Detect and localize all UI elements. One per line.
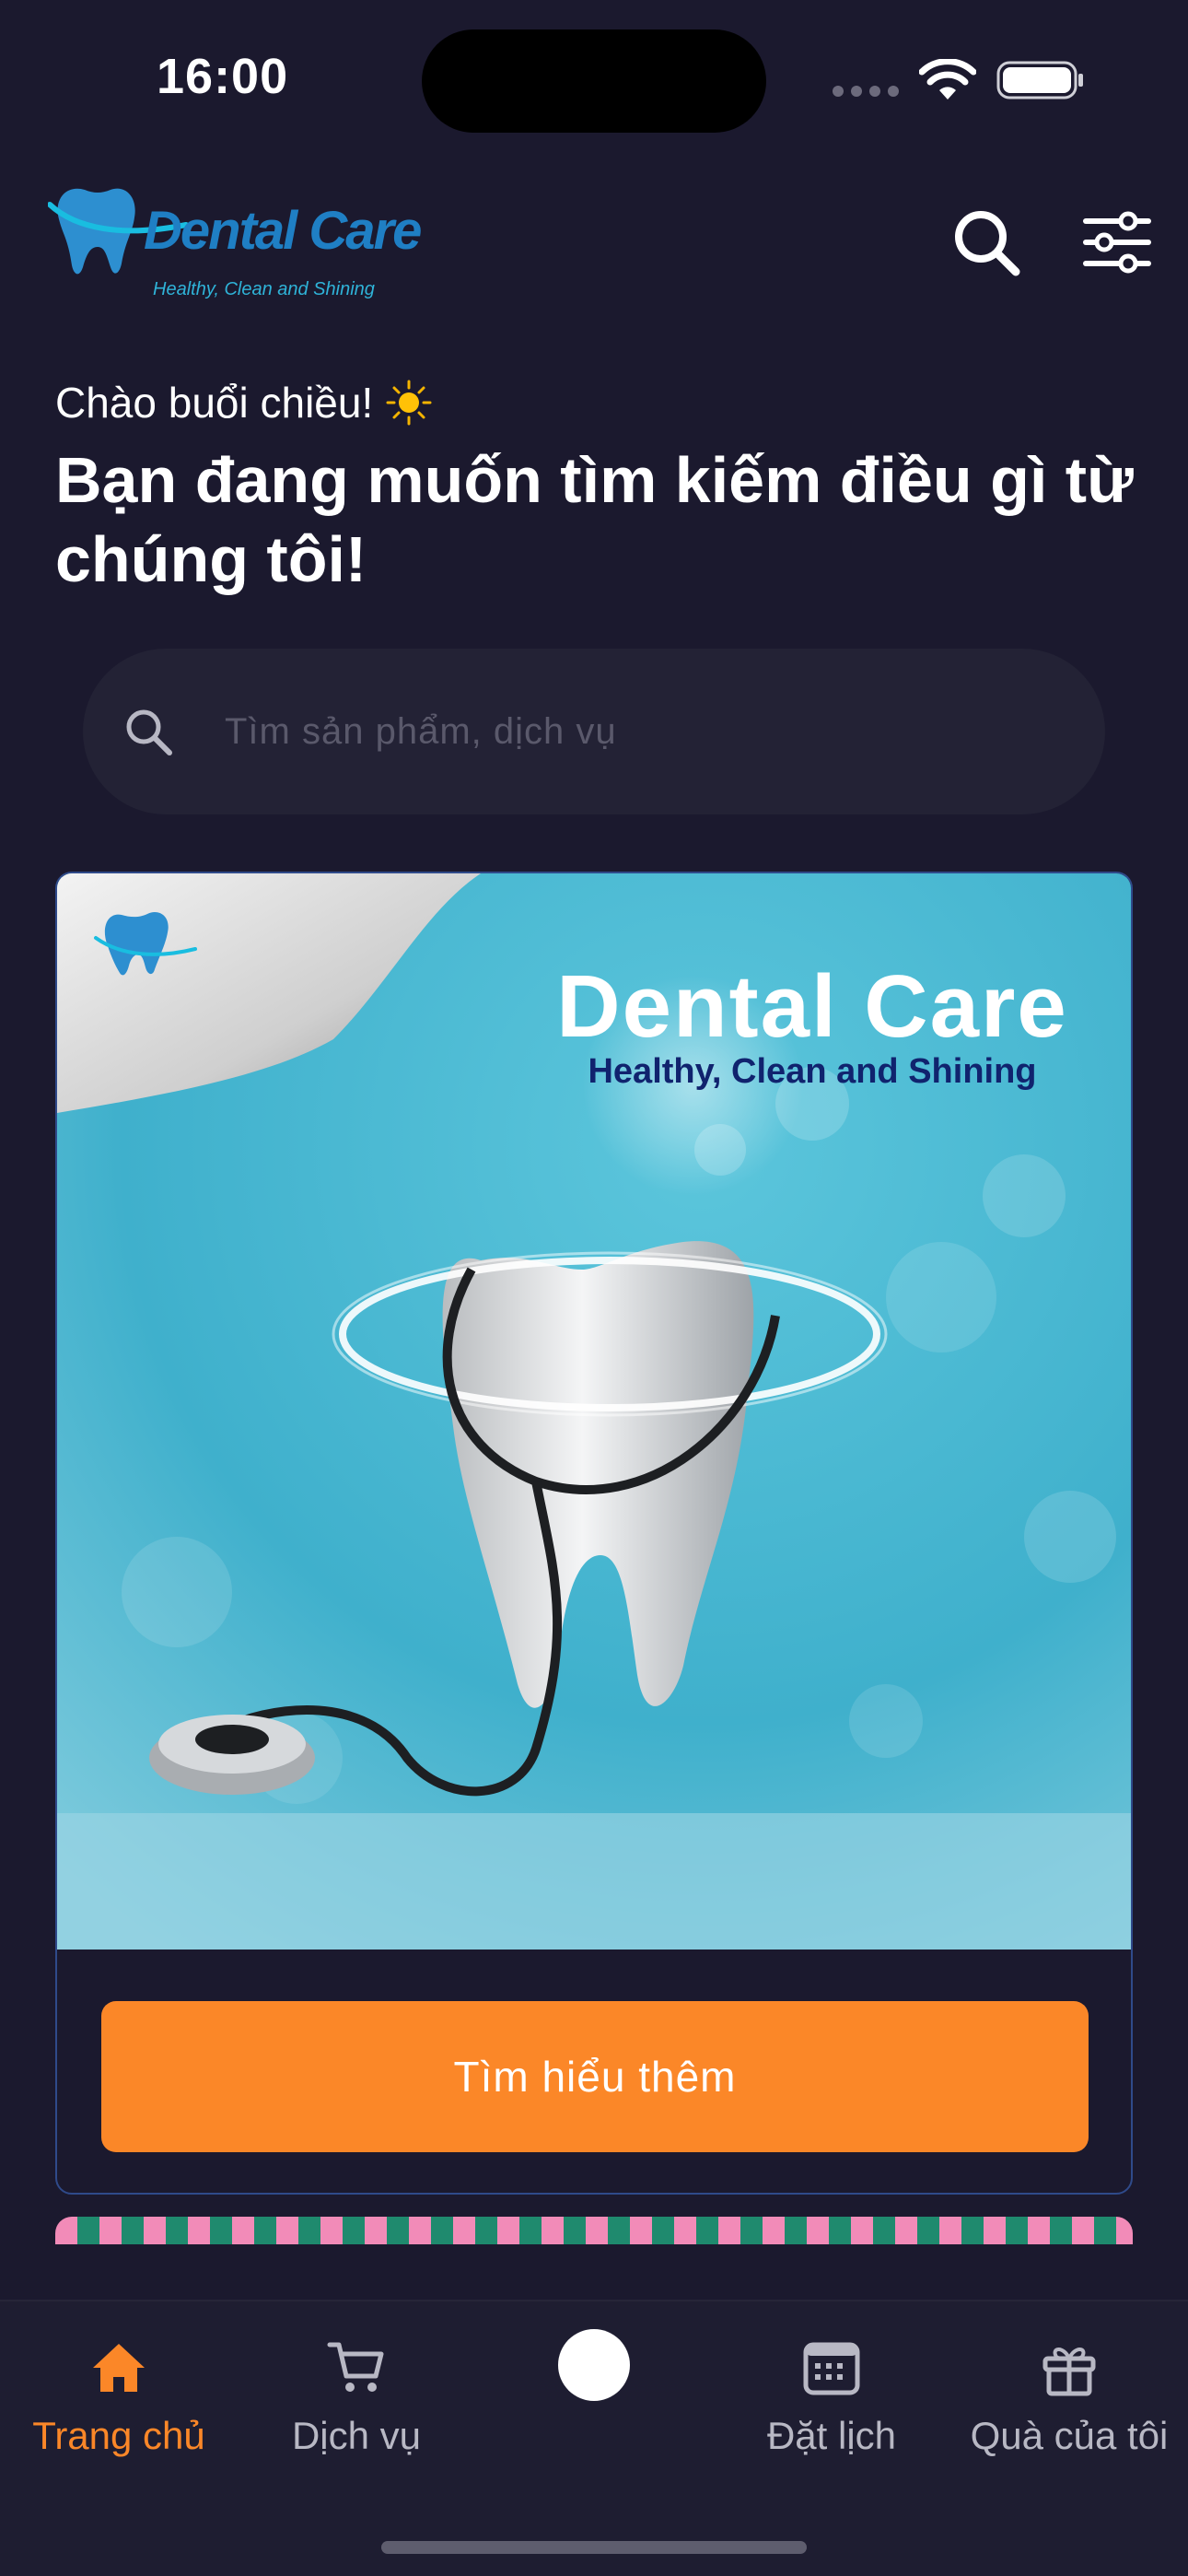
search-field-icon — [126, 709, 172, 755]
banner-subtitle: Healthy, Clean and Shining — [588, 1052, 1037, 1091]
logo-tooth-icon: Dental Care Healthy, Clean and Shining — [47, 188, 423, 299]
promo-banner-image[interactable]: Dental Care Healthy, Clean and Shining — [57, 873, 1131, 1950]
home-icon — [93, 2344, 145, 2392]
gift-icon — [1042, 2348, 1096, 2396]
tab-home-label: Trang chủ — [32, 2414, 205, 2457]
greeting-text: Chào buổi chiều! — [55, 379, 374, 427]
header-actions — [949, 205, 1155, 280]
bottom-tab-bar: Trang chủ Dịch vụ Đặt lịch Quà của tôi — [0, 2300, 1188, 2576]
calendar-icon — [803, 2342, 860, 2395]
sun-icon — [386, 380, 432, 426]
center-action-dot[interactable] — [558, 2329, 630, 2401]
status-icons — [833, 59, 1085, 101]
tab-center[interactable] — [475, 2329, 713, 2476]
home-indicator[interactable] — [381, 2541, 807, 2554]
battery-icon — [996, 61, 1083, 100]
tab-booking-label: Đặt lịch — [766, 2414, 897, 2457]
tab-booking[interactable]: Đặt lịch — [713, 2329, 950, 2476]
cart-icon — [327, 2342, 384, 2392]
tab-gifts[interactable]: Quà của tôi — [950, 2329, 1188, 2476]
promo-card: Dental Care Healthy, Clean and Shining T… — [55, 872, 1133, 2195]
search-button[interactable] — [949, 205, 1024, 280]
sliders-icon — [1083, 211, 1151, 274]
status-time: 16:00 — [157, 49, 289, 104]
screen: 16:00 Dental Care Healthy, Clean and Shi… — [0, 0, 1188, 2576]
banner-title: Dental Care — [556, 957, 1068, 1056]
search-input[interactable] — [225, 710, 1054, 753]
wifi-icon — [919, 59, 976, 100]
search-bar[interactable] — [83, 649, 1105, 814]
dynamic-island — [422, 29, 766, 133]
svg-text:Dental Care: Dental Care — [144, 201, 421, 261]
filter-button[interactable] — [1079, 205, 1155, 280]
cellular-signal-icon — [833, 86, 899, 97]
svg-text:Healthy, Clean and Shining: Healthy, Clean and Shining — [153, 279, 375, 299]
tab-services-label: Dịch vụ — [291, 2414, 422, 2457]
tab-services[interactable]: Dịch vụ — [238, 2329, 475, 2476]
greeting-subtitle: Chào buổi chiều! — [55, 378, 432, 427]
tab-home[interactable]: Trang chủ — [0, 2329, 238, 2476]
dental-care-logo[interactable]: Dental Care Healthy, Clean and Shining — [47, 177, 435, 306]
learn-more-button[interactable]: Tìm hiểu thêm — [101, 2001, 1089, 2152]
page-title: Bạn đang muốn tìm kiếm điều gì từ chúng … — [55, 444, 1134, 595]
search-icon — [955, 211, 1020, 276]
tab-gifts-label: Quà của tôi — [970, 2414, 1169, 2457]
next-promo-card[interactable] — [55, 2217, 1133, 2244]
